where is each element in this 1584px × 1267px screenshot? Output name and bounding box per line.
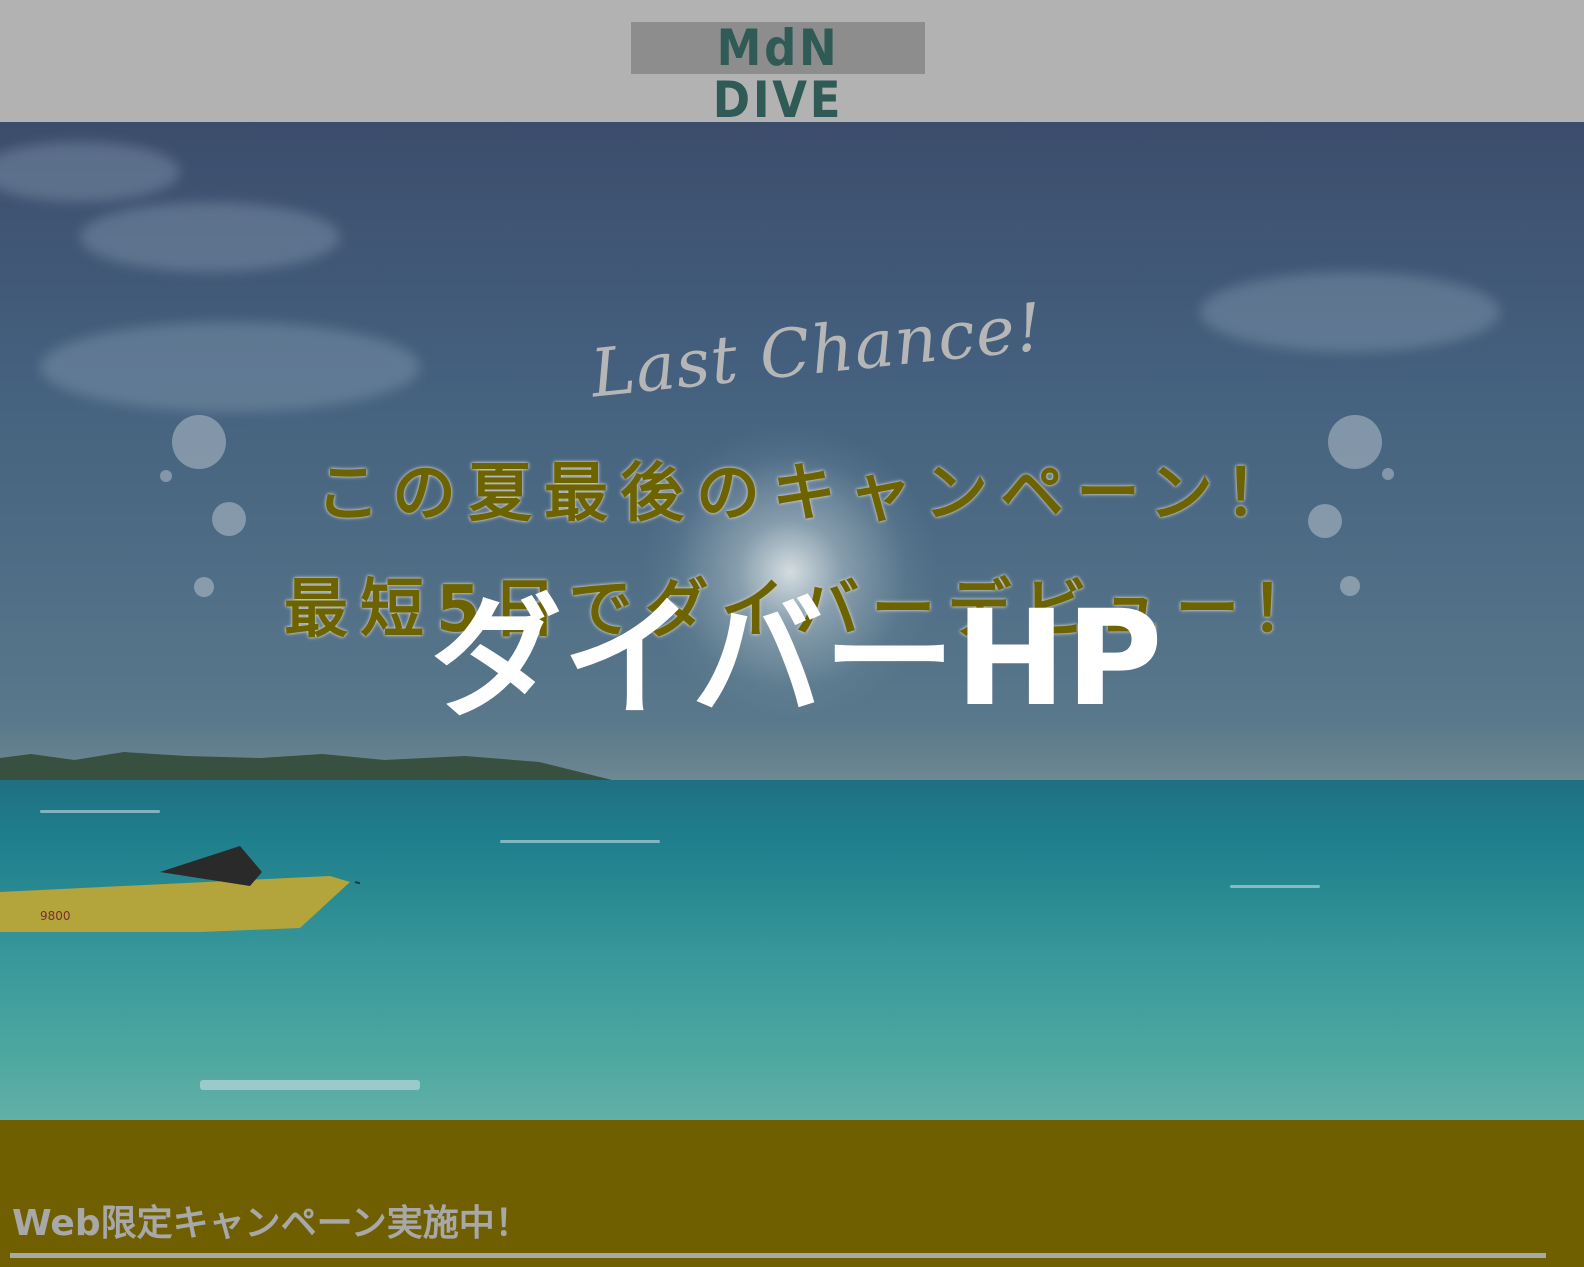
bubble [1382,468,1394,480]
overlay-page-title: ダイバーHP [430,582,1163,736]
bubble [160,470,172,482]
cloud [0,142,180,202]
sea [0,780,1584,1120]
wave [500,840,660,843]
campaign-heading: Web限定キャンペーン実施中！ [12,1203,531,1244]
wave [1230,885,1320,888]
cloud [1200,272,1500,352]
wave [40,810,160,813]
boat-illustration: 9800 [0,846,360,932]
island-silhouette [0,752,620,782]
site-logo[interactable]: MdN DIVE [631,22,925,126]
logo-text: MdN DIVE [712,19,844,129]
bubble [1308,504,1342,538]
hero-banner: 9800 Last Chance! この夏最後のキャンペーン！ 最短5日でダイバ… [0,122,1584,1120]
mooring-rope [354,881,360,885]
site-header: MdN DIVE [0,0,1584,126]
boat-number: 9800 [40,909,71,923]
headline-line1: この夏最後のキャンペーン！ [316,457,1301,531]
bubble [172,415,226,469]
cloud [80,202,340,272]
cloud [40,322,420,412]
boat-canopy [160,846,262,886]
boat-hull [0,876,350,932]
catch-script: Last Chance! [587,288,1047,413]
bubble [212,502,246,536]
wave [200,1080,420,1090]
bubble [1340,576,1360,596]
bubble [194,577,214,597]
bubble [1328,415,1382,469]
campaign-divider [10,1253,1546,1258]
